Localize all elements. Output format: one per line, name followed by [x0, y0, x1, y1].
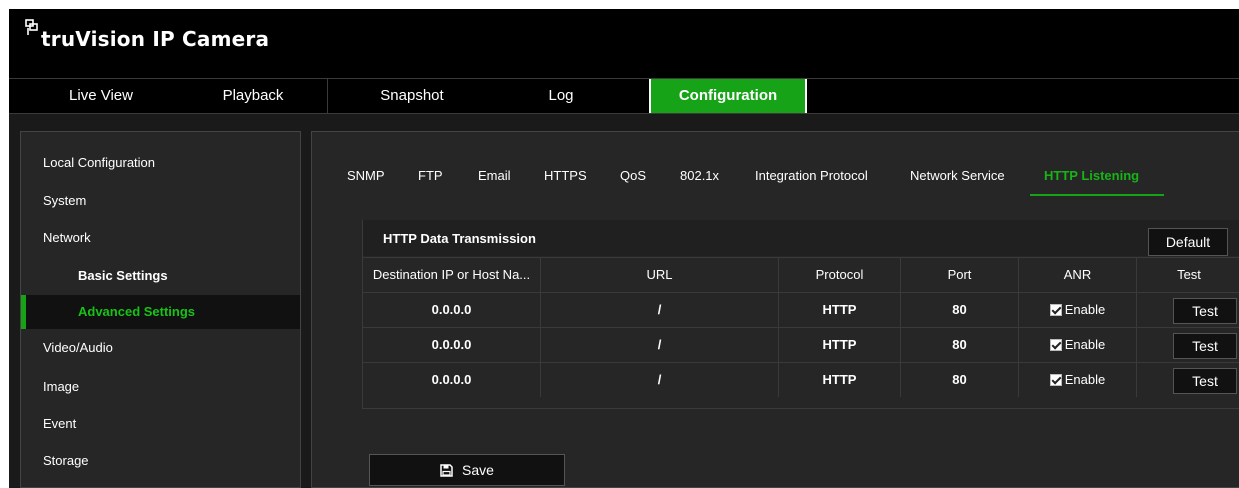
sidebar-item-label: Advanced Settings — [78, 304, 196, 319]
save-label: Save — [462, 462, 494, 478]
save-icon — [440, 463, 453, 477]
tab-ftp[interactable]: FTP — [418, 168, 443, 183]
tab-snmp[interactable]: SNMP — [347, 168, 385, 183]
port-cell[interactable]: 80 — [901, 293, 1019, 327]
table-header-bar: HTTP Data Transmission Default — [363, 220, 1239, 256]
active-tab-underline — [1030, 194, 1164, 196]
header-bar: truVision IP Camera — [9, 9, 1239, 78]
sidebar-item-system[interactable]: System — [21, 184, 300, 218]
test-button[interactable]: Test — [1173, 333, 1237, 359]
anr-cell: Enable — [1019, 363, 1137, 397]
sidebar-item-storage[interactable]: Storage — [21, 444, 300, 478]
active-indicator — [21, 295, 26, 329]
url-cell[interactable]: / — [541, 293, 779, 327]
port-cell[interactable]: 80 — [901, 328, 1019, 362]
table-column-header: Destination IP or Host Na... URL Protoco… — [363, 257, 1239, 292]
table-row: 0.0.0.0 / HTTP 80 Enable Test — [363, 292, 1239, 327]
tab-network-service[interactable]: Network Service — [910, 168, 1005, 183]
test-cell: Test — [1137, 293, 1239, 327]
test-cell: Test — [1137, 363, 1239, 397]
logo: truVision IP Camera — [25, 19, 270, 51]
protocol-cell[interactable]: HTTP — [779, 328, 901, 362]
anr-enable-checkbox[interactable]: Enable — [1049, 328, 1106, 362]
anr-enable-checkbox[interactable]: Enable — [1049, 293, 1106, 327]
protocol-cell[interactable]: HTTP — [779, 363, 901, 397]
url-cell[interactable]: / — [541, 363, 779, 397]
nav-configuration[interactable]: Configuration — [649, 79, 807, 113]
app-window: truVision IP Camera Live View Playback S… — [9, 9, 1239, 488]
anr-enable-label: Enable — [1064, 337, 1106, 352]
checkbox-checked-icon — [1049, 374, 1062, 386]
table-row: 0.0.0.0 / HTTP 80 Enable Test — [363, 362, 1239, 397]
sidebar-item-network[interactable]: Network — [21, 221, 300, 255]
tab-qos[interactable]: QoS — [620, 168, 646, 183]
column-header-destination: Destination IP or Host Na... — [363, 258, 541, 292]
destination-ip-cell[interactable]: 0.0.0.0 — [363, 363, 541, 397]
test-button[interactable]: Test — [1173, 298, 1237, 324]
main-panel: SNMP FTP Email HTTPS QoS 802.1x Integrat… — [311, 131, 1239, 488]
anr-enable-label: Enable — [1064, 302, 1106, 317]
destination-ip-cell[interactable]: 0.0.0.0 — [363, 328, 541, 362]
anr-cell: Enable — [1019, 293, 1137, 327]
nav-live-view[interactable]: Live View — [53, 79, 149, 113]
test-button[interactable]: Test — [1173, 368, 1237, 394]
save-button[interactable]: Save — [369, 454, 565, 486]
sidebar-item-video-audio[interactable]: Video/Audio — [21, 331, 300, 365]
column-header-protocol: Protocol — [779, 258, 901, 292]
sidebar-item-image[interactable]: Image — [21, 370, 300, 404]
protocol-cell[interactable]: HTTP — [779, 293, 901, 327]
logo-text: truVision IP Camera — [41, 27, 270, 51]
test-cell: Test — [1137, 328, 1239, 362]
tab-http-listening[interactable]: HTTP Listening — [1044, 168, 1139, 183]
port-cell[interactable]: 80 — [901, 363, 1019, 397]
table-row: 0.0.0.0 / HTTP 80 Enable Test — [363, 327, 1239, 362]
checkbox-checked-icon — [1049, 304, 1062, 316]
sidebar-item-event[interactable]: Event — [21, 407, 300, 441]
destination-ip-cell[interactable]: 0.0.0.0 — [363, 293, 541, 327]
http-transmission-table: HTTP Data Transmission Default Destinati… — [362, 220, 1239, 409]
sidebar: Local Configuration System Network Basic… — [20, 131, 301, 488]
nav-log[interactable]: Log — [529, 79, 593, 113]
checkbox-checked-icon — [1049, 339, 1062, 351]
anr-enable-checkbox[interactable]: Enable — [1049, 363, 1106, 397]
column-header-port: Port — [901, 258, 1019, 292]
anr-enable-label: Enable — [1064, 372, 1106, 387]
logo-icon — [25, 19, 38, 35]
tab-https[interactable]: HTTPS — [544, 168, 587, 183]
sidebar-item-local-configuration[interactable]: Local Configuration — [21, 146, 300, 180]
nav-separator — [327, 79, 328, 113]
anr-cell: Enable — [1019, 328, 1137, 362]
nav-playback[interactable]: Playback — [205, 79, 301, 113]
column-header-anr: ANR — [1019, 258, 1137, 292]
top-nav: Live View Playback Snapshot Log Configur… — [9, 78, 1239, 114]
tab-8021x[interactable]: 802.1x — [680, 168, 719, 183]
column-header-url: URL — [541, 258, 779, 292]
tab-email[interactable]: Email — [478, 168, 511, 183]
table-title: HTTP Data Transmission — [383, 231, 536, 246]
sidebar-item-advanced-settings[interactable]: Advanced Settings — [21, 295, 300, 329]
column-header-test: Test — [1177, 267, 1201, 282]
nav-snapshot[interactable]: Snapshot — [357, 79, 467, 113]
tab-integration-protocol[interactable]: Integration Protocol — [755, 168, 868, 183]
sidebar-item-basic-settings[interactable]: Basic Settings — [21, 259, 300, 293]
url-cell[interactable]: / — [541, 328, 779, 362]
default-button[interactable]: Default — [1148, 228, 1228, 256]
